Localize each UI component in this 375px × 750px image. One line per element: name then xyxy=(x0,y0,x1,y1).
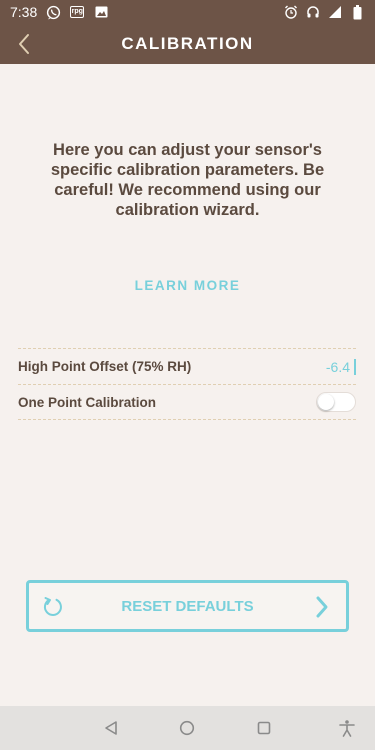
reset-defaults-button[interactable]: RESET DEFAULTS xyxy=(26,580,349,632)
one-point-calibration-toggle[interactable] xyxy=(316,392,356,412)
chevron-left-icon xyxy=(19,34,29,54)
status-time: 7:38 xyxy=(10,4,38,20)
home-circle-icon xyxy=(179,720,195,736)
alarm-icon xyxy=(283,4,299,20)
whatsapp-icon xyxy=(45,4,61,20)
back-button[interactable] xyxy=(10,30,38,58)
rpg-app-icon: rpg xyxy=(69,4,85,20)
nav-accessibility-button[interactable] xyxy=(337,718,357,738)
learn-more-link[interactable]: LEARN MORE xyxy=(0,278,375,293)
reset-defaults-label: RESET DEFAULTS xyxy=(121,597,254,615)
high-point-offset-row: High Point Offset (75% RH) xyxy=(18,348,356,384)
reset-icon xyxy=(43,597,62,616)
battery-icon xyxy=(349,4,365,20)
system-nav-bar xyxy=(0,706,375,750)
high-point-offset-input[interactable] xyxy=(296,358,356,375)
recents-square-icon xyxy=(257,721,271,735)
chevron-right-icon xyxy=(316,596,328,618)
toggle-knob xyxy=(318,394,334,410)
image-icon xyxy=(93,4,109,20)
nav-back-button[interactable] xyxy=(101,718,121,738)
signal-icon xyxy=(327,4,343,20)
headphones-icon xyxy=(305,4,321,20)
one-point-calibration-row: One Point Calibration xyxy=(18,384,356,420)
nav-recents-button[interactable] xyxy=(254,718,274,738)
app-bar: CALIBRATION xyxy=(0,24,375,64)
page-title: CALIBRATION xyxy=(121,34,254,53)
status-bar: 7:38 rpg xyxy=(0,0,375,24)
one-point-calibration-label: One Point Calibration xyxy=(18,394,157,410)
back-triangle-icon xyxy=(105,721,117,735)
nav-home-button[interactable] xyxy=(177,718,197,738)
settings-list: High Point Offset (75% RH) One Point Cal… xyxy=(18,348,356,420)
high-point-offset-label: High Point Offset (75% RH) xyxy=(18,359,192,374)
accessibility-icon xyxy=(339,720,355,737)
intro-text: Here you can adjust your sensor's specif… xyxy=(50,141,325,219)
